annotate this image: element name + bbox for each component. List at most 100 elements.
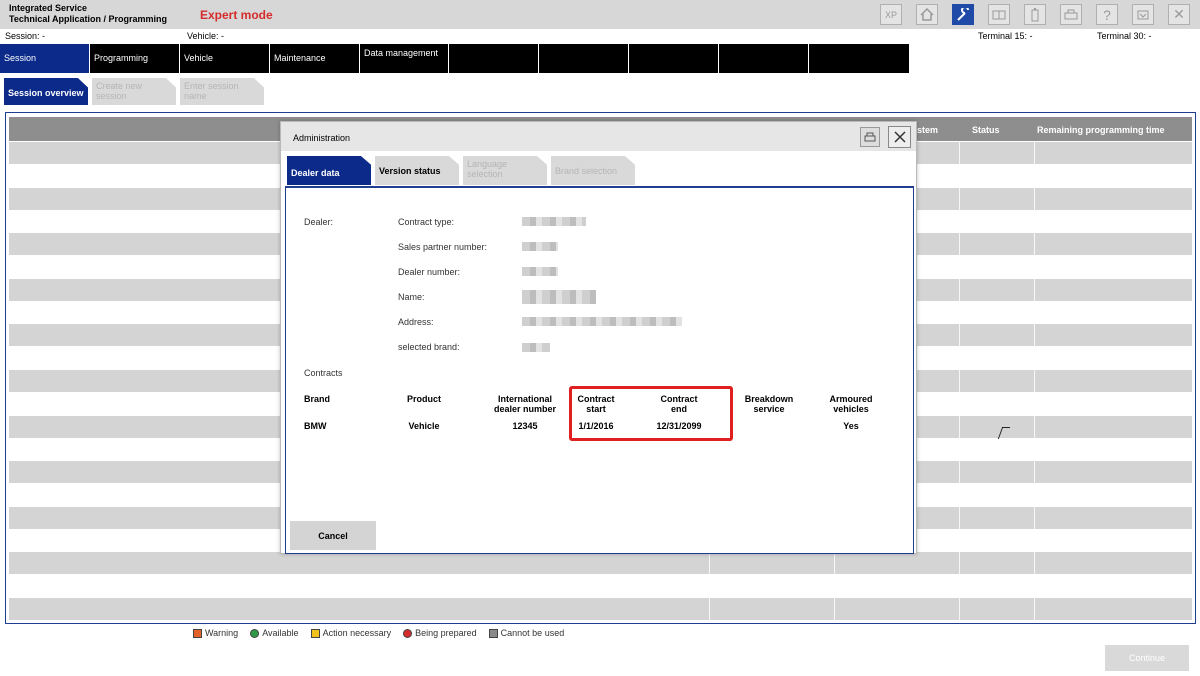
help-icon[interactable]: ? [1096,4,1118,25]
column-divider [959,301,960,324]
legend-item: Available [250,628,299,638]
warning-icon [193,628,202,638]
subtab-create-new-session[interactable]: Create new session [92,78,176,105]
contract-product: Vehicle [408,421,440,431]
dialog-header: Administration [281,122,916,151]
column-divider [959,506,960,529]
column-divider [959,210,960,233]
column-divider [1034,301,1035,324]
wrench-icon[interactable] [952,4,974,25]
column-divider [959,278,960,301]
column-divider [959,370,960,392]
column-divider [1034,233,1035,256]
app-title-line1: Integrated Service [9,3,88,13]
xp-icon[interactable]: XP [880,4,902,25]
dialog-tabs: Dealer data Version status Language sele… [287,156,635,185]
redacted-value [522,317,682,326]
column-divider [834,598,835,620]
column-divider [1034,598,1035,620]
help-icon-label: ? [1103,6,1111,23]
home-icon[interactable] [916,4,938,25]
tab-vehicle[interactable]: Vehicle [180,44,269,73]
tab-empty-1[interactable] [449,44,538,73]
redacted-value [522,242,558,251]
column-divider [959,347,960,370]
col-header-status: Status [972,125,1000,135]
printer-icon[interactable] [1060,4,1082,25]
close-icon-label: ✕ [1173,6,1185,22]
column-divider [1034,392,1035,415]
field-label: Name: [398,292,425,302]
contract-header-dealer-number: International dealer number [493,394,557,414]
subtab-enter-session-name[interactable]: Enter session name [180,78,264,105]
contract-dealer-number: 12345 [512,421,538,431]
contract-brand: BMW [304,421,327,431]
tab-language-selection[interactable]: Language selection [463,156,547,185]
column-divider [959,187,960,210]
administration-dialog: Administration Dealer data Version statu… [280,121,917,554]
col-header-system: stem [917,125,939,135]
column-divider [1034,324,1035,347]
table-row[interactable] [9,552,1192,575]
column-divider [1034,438,1035,461]
tab-data-management[interactable]: Data management [360,44,448,73]
table-row[interactable] [9,575,1192,598]
column-divider [959,233,960,256]
tab-dealer-data[interactable]: Dealer data [287,156,371,185]
column-divider [959,438,960,461]
legend-label: Cannot be used [500,628,565,638]
cannot-be-used-icon [488,628,498,638]
column-divider [959,392,960,415]
print-icon[interactable] [860,127,880,147]
dialog-close-icon[interactable] [888,126,911,148]
redacted-value [522,217,586,226]
cancel-button[interactable]: Cancel [290,521,376,550]
tab-brand-selection[interactable]: Brand selection [551,156,635,185]
app-title: Integrated Service Technical Application… [9,3,167,25]
close-icon[interactable]: ✕ [1168,4,1190,25]
contract-armoured: Yes [843,421,859,431]
redacted-value [522,290,596,304]
keyboard-icon[interactable] [988,4,1010,25]
tab-version-status[interactable]: Version status [375,156,459,185]
battery-icon[interactable] [1024,4,1046,25]
dealer-data-panel: Dealer: Contract type: Sales partner num… [285,186,914,554]
legend: Warning Available Action necessary Being… [193,628,564,638]
table-row[interactable] [9,598,1192,620]
minimize-icon[interactable] [1132,4,1154,25]
column-divider [1034,164,1035,187]
being-prepared-icon [403,628,413,638]
tab-empty-5[interactable] [809,44,909,73]
legend-label: Action necessary [322,628,392,638]
column-divider [959,575,960,598]
field-label: Address: [398,317,434,327]
column-divider [1034,484,1035,506]
tab-session[interactable]: Session [0,44,89,73]
field-label: Dealer number: [398,267,461,277]
subtab-session-overview[interactable]: Session overview [4,78,88,105]
column-divider [1034,256,1035,278]
column-divider [959,529,960,552]
column-divider [959,142,960,164]
tab-maintenance[interactable]: Maintenance [270,44,359,73]
column-divider [1034,461,1035,484]
xp-icon-label: XP [884,9,897,20]
field-label: Sales partner number: [398,242,488,252]
tab-programming[interactable]: Programming [90,44,179,73]
column-divider [709,552,710,575]
column-divider [959,461,960,484]
expert-mode-label: Expert mode [200,8,273,22]
column-divider [834,552,835,575]
column-divider [709,598,710,620]
redacted-value [522,343,550,352]
column-divider [1034,278,1035,301]
tab-empty-2[interactable] [539,44,628,73]
contract-dates-highlight [569,386,733,441]
tab-empty-4[interactable] [719,44,808,73]
column-divider [959,415,960,438]
legend-label: Warning [205,628,239,638]
vehicle-status: Vehicle: - [187,31,225,41]
tab-empty-3[interactable] [629,44,718,73]
column-divider [959,484,960,506]
continue-button[interactable]: Continue [1105,645,1189,671]
